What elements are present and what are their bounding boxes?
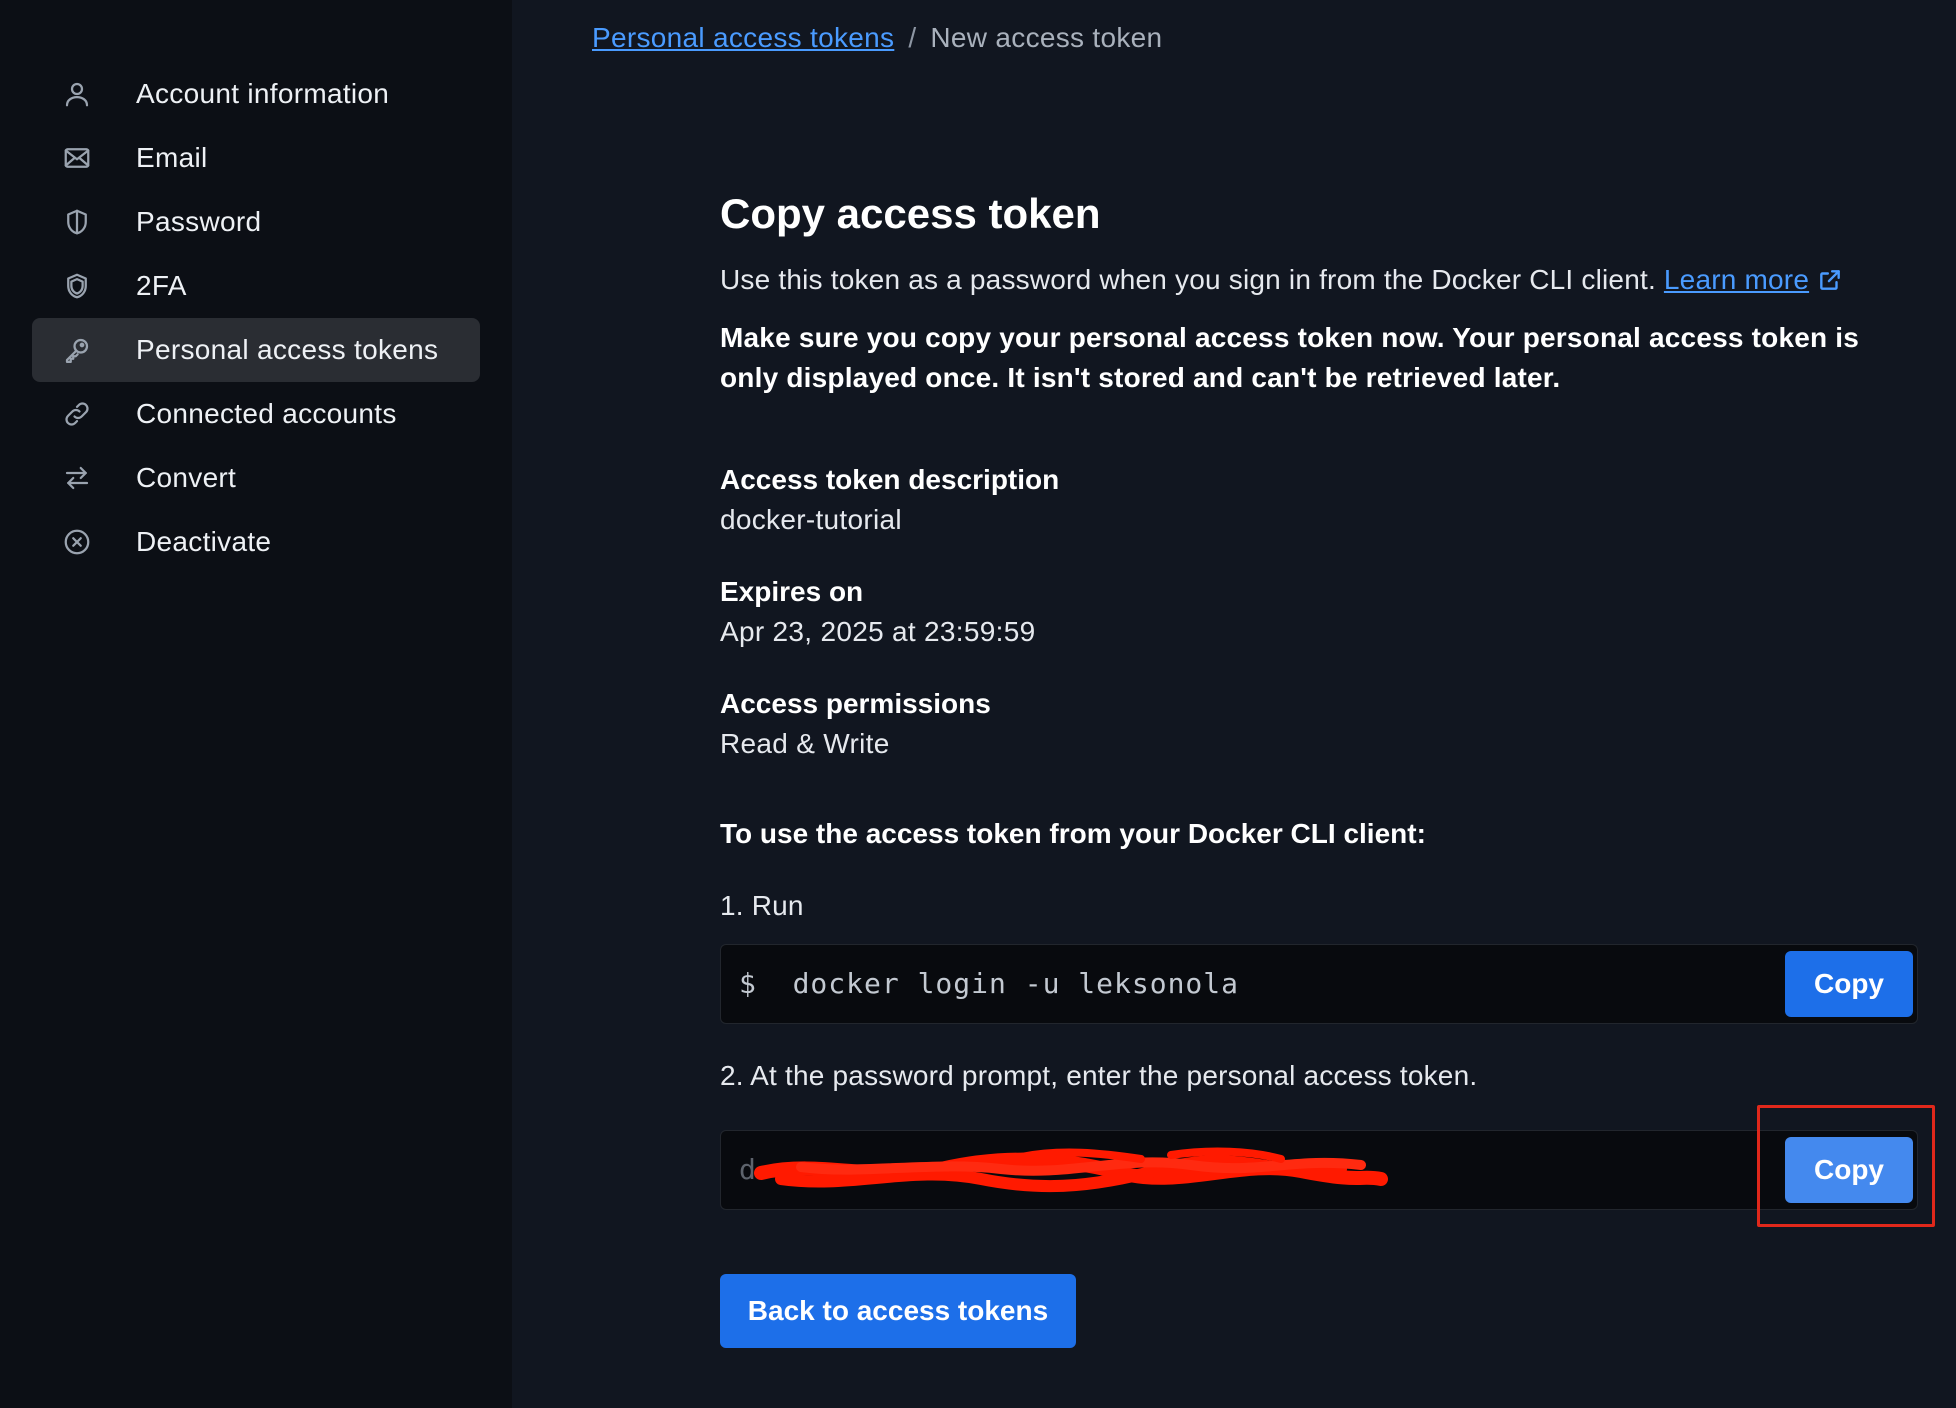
- key-icon: [62, 335, 92, 365]
- shield-icon: [62, 207, 92, 237]
- sidebar-item-account-information[interactable]: Account information: [32, 62, 480, 126]
- login-command-box: $ docker login -u leksonola Copy: [720, 944, 1918, 1024]
- copy-token-button[interactable]: Copy: [1785, 1137, 1913, 1203]
- breadcrumb-separator: /: [908, 22, 917, 53]
- breadcrumb-link-personal-access-tokens[interactable]: Personal access tokens: [592, 22, 894, 53]
- expires-label: Expires on: [720, 576, 864, 607]
- warning-text: Make sure you copy your personal access …: [720, 322, 1860, 393]
- intro-text: Use this token as a password when you si…: [720, 264, 1843, 300]
- sidebar-item-label: Password: [136, 206, 262, 237]
- instructions-heading: To use the access token from your Docker…: [720, 818, 1426, 849]
- mail-icon: [62, 143, 92, 173]
- sidebar-item-password[interactable]: Password: [32, 190, 480, 254]
- expires-value: Apr 23, 2025 at 23:59:59: [720, 616, 1036, 647]
- user-icon: [62, 79, 92, 109]
- login-command: $ docker login -u leksonola: [739, 967, 1240, 1000]
- sidebar: Account information Email Password 2FA P…: [0, 0, 512, 1408]
- step-2-text: 2. At the password prompt, enter the per…: [720, 1060, 1478, 1091]
- sidebar-item-label: Email: [136, 142, 208, 173]
- sidebar-item-connected-accounts[interactable]: Connected accounts: [32, 382, 480, 446]
- description-label: Access token description: [720, 464, 1060, 495]
- step-1-text: 1. Run: [720, 890, 804, 921]
- sidebar-item-label: Account information: [136, 78, 390, 109]
- swap-arrows-icon: [62, 463, 92, 493]
- redaction-scribble: [754, 1147, 1388, 1193]
- sidebar-item-personal-access-tokens[interactable]: Personal access tokens: [32, 318, 480, 382]
- copy-command-button[interactable]: Copy: [1785, 951, 1913, 1017]
- external-link-icon[interactable]: [1817, 267, 1843, 300]
- description-value: docker-tutorial: [720, 504, 902, 535]
- breadcrumb: Personal access tokens / New access token: [592, 22, 1162, 54]
- learn-more-link[interactable]: Learn more: [1664, 264, 1809, 295]
- sidebar-item-label: Connected accounts: [136, 398, 397, 429]
- sidebar-item-label: Personal access tokens: [136, 334, 439, 365]
- breadcrumb-current: New access token: [930, 22, 1163, 53]
- sidebar-item-label: Convert: [136, 462, 237, 493]
- permissions-label: Access permissions: [720, 688, 991, 719]
- back-to-access-tokens-button[interactable]: Back to access tokens: [720, 1274, 1076, 1348]
- sidebar-item-2fa[interactable]: 2FA: [32, 254, 480, 318]
- page-title: Copy access token: [720, 190, 1101, 237]
- sidebar-item-convert[interactable]: Convert: [32, 446, 480, 510]
- sidebar-item-label: Deactivate: [136, 526, 272, 557]
- link-icon: [62, 399, 92, 429]
- intro-sentence: Use this token as a password when you si…: [720, 264, 1656, 295]
- circle-x-icon: [62, 527, 92, 557]
- sidebar-item-email[interactable]: Email: [32, 126, 480, 190]
- permissions-value: Read & Write: [720, 728, 890, 759]
- sidebar-item-label: 2FA: [136, 270, 187, 301]
- sidebar-item-deactivate[interactable]: Deactivate: [32, 510, 480, 574]
- token-box: d Copy: [720, 1130, 1918, 1210]
- shield-outline-icon: [62, 271, 92, 301]
